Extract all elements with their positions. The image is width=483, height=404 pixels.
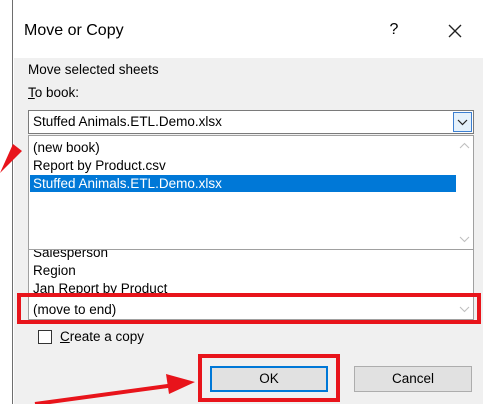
annotation-arrow-icon: [166, 374, 195, 394]
annotation-arrow-icon: [0, 144, 22, 173]
annotation-arrow-shaft: [34, 383, 176, 404]
annotation-arrows: [0, 144, 195, 404]
